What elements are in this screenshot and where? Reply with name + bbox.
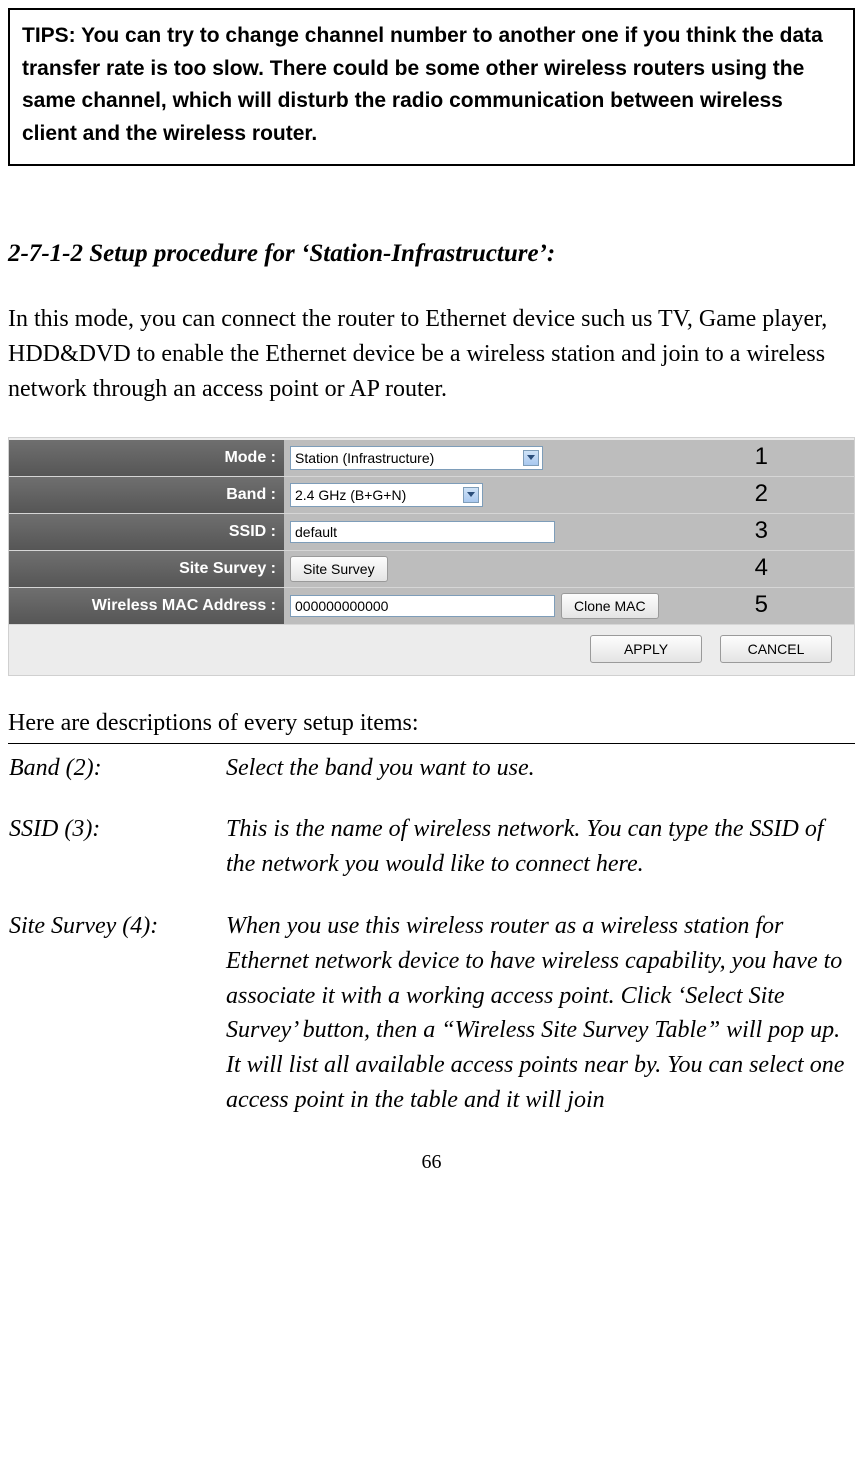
band-select-value: 2.4 GHz (B+G+N) [295,485,406,505]
mac-input[interactable]: 000000000000 [290,595,555,617]
tips-callout-box: TIPS: You can try to change channel numb… [8,8,855,166]
apply-button[interactable]: APPLY [590,635,702,663]
apply-button-label: APPLY [624,639,668,659]
row-mode: Mode : Station (Infrastructure) 1 [9,440,854,477]
divider [8,743,855,744]
mode-field: Station (Infrastructure) 1 [284,440,854,476]
desc-def: Select the band you want to use. [225,750,855,812]
desc-term: SSID (3): [8,811,225,908]
callout-number-4: 4 [755,551,768,586]
site-survey-field: Site Survey 4 [284,551,854,587]
mode-select-value: Station (Infrastructure) [295,448,434,468]
mac-label: Wireless MAC Address : [9,588,284,624]
desc-row-ssid: SSID (3): This is the name of wireless n… [8,811,855,908]
cancel-button[interactable]: CANCEL [720,635,832,663]
ssid-input[interactable]: default [290,521,555,543]
descriptions-table: Band (2): Select the band you want to us… [8,750,855,1118]
callout-number-5: 5 [755,588,768,623]
descriptions-intro: Here are descriptions of every setup ite… [8,706,855,741]
desc-row-site-survey: Site Survey (4): When you use this wirel… [8,908,855,1118]
chevron-down-icon [467,492,475,497]
desc-term: Site Survey (4): [8,908,225,1118]
desc-row-band: Band (2): Select the band you want to us… [8,750,855,812]
site-survey-button-label: Site Survey [303,559,375,579]
wireless-config-panel: Mode : Station (Infrastructure) 1 Band :… [8,437,855,676]
callout-number-3: 3 [755,514,768,549]
site-survey-label: Site Survey : [9,551,284,587]
ssid-label: SSID : [9,514,284,550]
desc-term: Band (2): [8,750,225,812]
tips-text: TIPS: You can try to change channel numb… [22,24,823,145]
page-number: 66 [8,1148,855,1177]
cancel-button-label: CANCEL [748,639,805,659]
row-band: Band : 2.4 GHz (B+G+N) 2 [9,477,854,514]
mode-label: Mode : [9,440,284,476]
row-site-survey: Site Survey : Site Survey 4 [9,551,854,588]
site-survey-button[interactable]: Site Survey [290,556,388,582]
mode-select[interactable]: Station (Infrastructure) [290,446,543,470]
panel-button-row: APPLY CANCEL [9,625,854,663]
clone-mac-button-label: Clone MAC [574,596,646,616]
mac-input-value: 000000000000 [295,596,388,616]
row-ssid: SSID : default 3 [9,514,854,551]
band-field: 2.4 GHz (B+G+N) 2 [284,477,854,513]
ssid-input-value: default [295,522,337,542]
callout-number-2: 2 [755,477,768,512]
desc-def: This is the name of wireless network. Yo… [225,811,855,908]
band-label: Band : [9,477,284,513]
ssid-field: default 3 [284,514,854,550]
intro-paragraph: In this mode, you can connect the router… [8,302,855,406]
clone-mac-button[interactable]: Clone MAC [561,593,659,619]
chevron-down-icon [527,455,535,460]
section-heading: 2-7-1-2 Setup procedure for ‘Station-Inf… [8,236,855,272]
callout-number-1: 1 [755,440,768,475]
desc-def: When you use this wireless router as a w… [225,908,855,1118]
row-mac: Wireless MAC Address : 000000000000 Clon… [9,588,854,625]
mac-field: 000000000000 Clone MAC 5 [284,588,854,624]
band-select[interactable]: 2.4 GHz (B+G+N) [290,483,483,507]
